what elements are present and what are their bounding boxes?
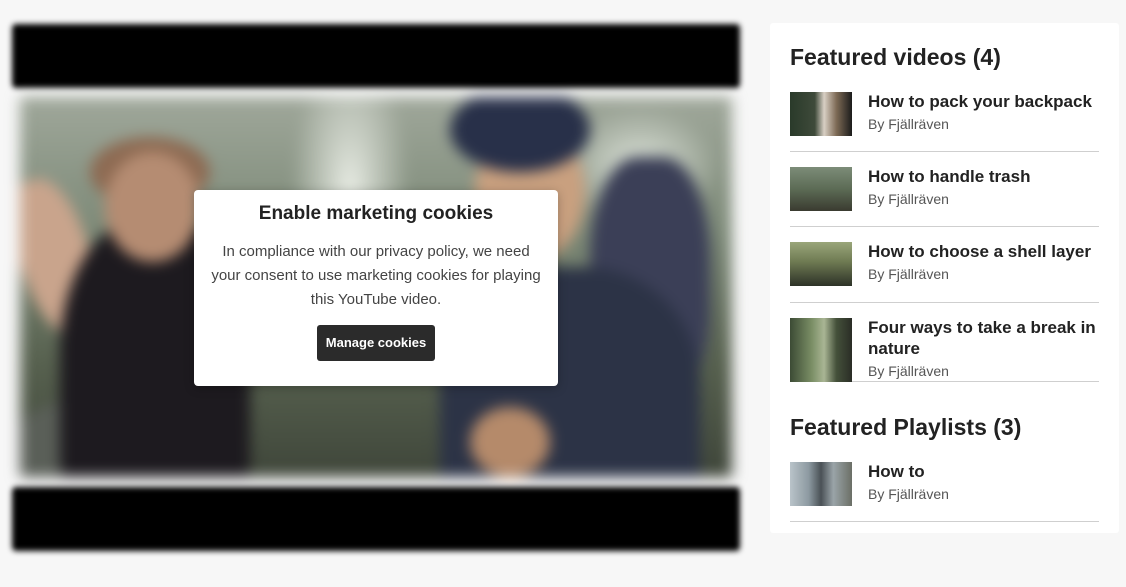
video-item[interactable]: How to pack your backpack By Fjällräven [790,92,1099,152]
video-title: How to pack your backpack [868,92,1092,111]
playlist-item[interactable]: How to By Fjällräven [790,462,1099,522]
video-item[interactable]: How to choose a shell layer By Fjällräve… [790,242,1099,303]
video-thumbnail [790,318,852,382]
modal-text: In compliance with our privacy policy, w… [211,243,541,308]
video-author: By Fjällräven [868,363,949,379]
letterbox-top [12,24,740,88]
modal-title: Enable marketing cookies [258,203,494,224]
video-thumbnail [790,242,852,286]
video-player[interactable]: Enable marketing cookies In compliance w… [0,0,755,587]
featured-videos-heading: Featured videos (4) [790,44,1001,70]
manage-cookies-button[interactable]: Manage cookies [316,325,436,361]
video-author: By Fjällräven [868,191,949,207]
playlist-title: How to [868,462,925,481]
video-thumbnail [790,92,852,136]
letterbox-bottom [12,487,740,551]
video-title: How to choose a shell layer [868,242,1091,261]
video-item[interactable]: How to handle trash By Fjällräven [790,167,1099,227]
playlist-author: By Fjällräven [868,486,949,502]
video-title: How to handle trash [868,167,1031,186]
video-thumbnail [790,167,852,211]
video-title: Four ways to take a break in nature [868,318,1096,358]
playlist-thumbnail [790,462,852,506]
video-item[interactable]: Four ways to take a break in nature By F… [790,318,1099,382]
sidebar: Featured videos (4) How to pack your bac… [770,23,1119,533]
featured-playlists-heading: Featured Playlists (3) [790,414,1022,440]
video-author: By Fjällräven [868,116,949,132]
cookie-consent-modal: Enable marketing cookies In compliance w… [194,190,558,386]
video-author: By Fjällräven [868,266,949,282]
